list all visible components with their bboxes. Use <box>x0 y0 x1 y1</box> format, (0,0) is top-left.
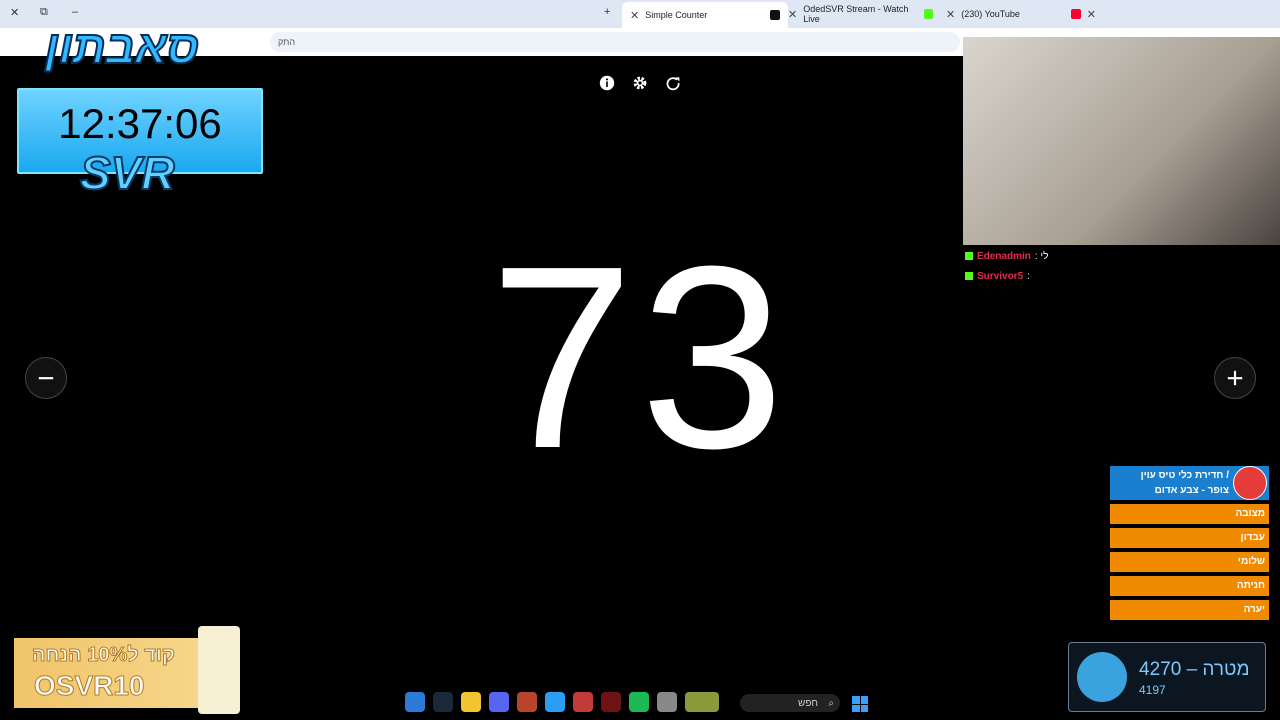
taskbar-apps <box>405 692 719 712</box>
photos-app-icon[interactable] <box>405 692 425 712</box>
tab-youtube[interactable]: ✕ (230) YouTube ✕ <box>946 4 1096 24</box>
windows-start-icon[interactable] <box>852 696 868 712</box>
tab-simple-counter[interactable]: ✕ Simple Counter <box>622 2 788 28</box>
reset-icon[interactable] <box>664 74 682 92</box>
subscriber-goal: 4270 – מטרה 4197 <box>1068 642 1266 712</box>
close-tab-icon[interactable]: ✕ <box>630 9 639 22</box>
promo-line1: קוד ל10% הנחה <box>32 644 176 667</box>
kick-badge-icon <box>965 272 973 280</box>
top-controls <box>598 74 682 92</box>
poll-option: יערה <box>1110 600 1269 620</box>
webcam-feed <box>963 37 1280 245</box>
promo-banner: קוד ל10% הנחה OSVR10 <box>14 638 226 708</box>
counter-favicon-icon <box>770 10 780 20</box>
goal-avatar <box>1077 652 1127 702</box>
widgets-icon[interactable] <box>685 692 719 712</box>
close-tab-icon[interactable]: ✕ <box>946 8 955 21</box>
new-tab-icon[interactable]: + <box>604 6 610 18</box>
channel-name: SVR <box>79 146 176 200</box>
chat-text: : לי <box>1034 250 1049 262</box>
address-bar[interactable]: התק <box>270 32 960 52</box>
goal-label: מטרה <box>1202 659 1250 680</box>
chat-username: Survivor5 <box>977 270 1024 282</box>
app-icon[interactable] <box>657 692 677 712</box>
alert-poll-overlay: חדירת כלי טיס עוין / צופר - צבע אדום מצו… <box>1110 466 1269 620</box>
tab-stream[interactable]: ✕ OdedSVR Stream - Watch Live <box>788 4 933 24</box>
decrement-button[interactable] <box>25 357 67 399</box>
chat-overlay: Edenadmin : לי Survivor5 : <box>965 246 1165 286</box>
kick-favicon-icon <box>923 9 933 19</box>
close-tab-icon[interactable]: ✕ <box>1087 8 1096 21</box>
clock-time: 12:37:06 <box>58 100 222 147</box>
goal-main: 4270 – מטרה <box>1139 659 1250 680</box>
counter-value: 73 <box>489 213 791 503</box>
plus-icon <box>1227 370 1243 386</box>
settings-gear-icon[interactable] <box>631 74 649 92</box>
poll-option: חניתה <box>1110 576 1269 596</box>
chat-message: Survivor5 : <box>965 266 1165 286</box>
search-icon: ⌕ <box>828 697 834 709</box>
discord-app-icon[interactable] <box>489 692 509 712</box>
stream-logo-overlay: סאבתון 12:37:06 SVR <box>0 0 280 200</box>
tab-title: OdedSVR Stream - Watch Live <box>803 4 909 24</box>
tab-title: (230) YouTube <box>961 9 1020 19</box>
chat-message: Edenadmin : לי <box>965 246 1165 266</box>
close-tab-icon[interactable]: ✕ <box>788 8 797 21</box>
obs-app-icon[interactable] <box>601 692 621 712</box>
poll-header: חדירת כלי טיס עוין / צופר - צבע אדום <box>1110 466 1269 500</box>
goal-current: 4197 <box>1139 683 1166 697</box>
goal-target: 4270 <box>1139 659 1182 680</box>
info-icon[interactable] <box>598 74 616 92</box>
spotify-app-icon[interactable] <box>629 692 649 712</box>
poll-title-line1: חדירת כלי טיס עוין / <box>1140 470 1229 481</box>
alert-siren-icon <box>1233 466 1267 500</box>
poll-option: שלומי <box>1110 552 1269 572</box>
chat-text: : <box>1027 270 1030 282</box>
poll-title: חדירת כלי טיס עוין / צופר - צבע אדום <box>1141 468 1229 498</box>
chrome-app-icon[interactable] <box>545 692 565 712</box>
increment-button[interactable] <box>1214 357 1256 399</box>
kick-badge-icon <box>965 252 973 260</box>
app-icon[interactable] <box>573 692 593 712</box>
chat-username: Edenadmin <box>977 250 1031 262</box>
brand-title: סאבתון <box>44 20 200 74</box>
perfume-bottle-image <box>198 626 240 714</box>
search-label: חפש <box>798 697 818 709</box>
poll-option: עבדון <box>1110 528 1269 548</box>
poll-title-line2: צופר - צבע אדום <box>1154 485 1229 496</box>
file-explorer-icon[interactable] <box>461 692 481 712</box>
youtube-favicon-icon <box>1070 9 1081 19</box>
tab-title: Simple Counter <box>645 10 708 20</box>
minus-icon <box>38 377 54 380</box>
app-icon[interactable] <box>517 692 537 712</box>
taskbar-search[interactable]: חפש ⌕ <box>740 694 840 712</box>
poll-option: מצובה <box>1110 504 1269 524</box>
promo-code: OSVR10 <box>34 670 145 702</box>
address-text: התק <box>278 37 296 47</box>
steam-app-icon[interactable] <box>433 692 453 712</box>
